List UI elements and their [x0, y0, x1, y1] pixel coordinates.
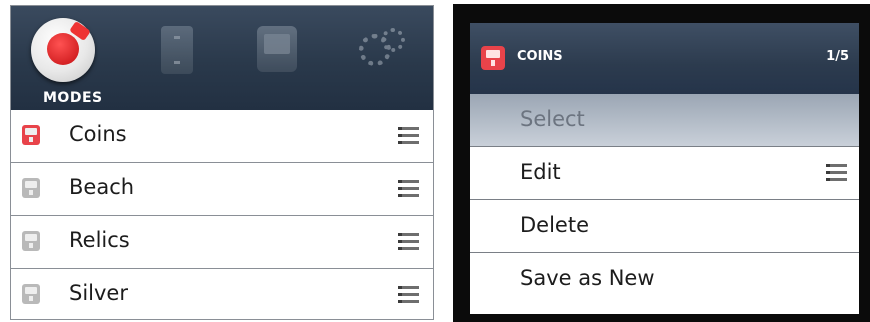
mode-card-icon	[22, 284, 40, 304]
mode-label: Beach	[69, 175, 135, 199]
options-list-icon[interactable]	[826, 164, 847, 181]
mode-label: Relics	[69, 228, 130, 252]
options-list-icon[interactable]	[398, 233, 419, 250]
mode-item-beach[interactable]: Beach	[11, 163, 433, 216]
scroll-icon[interactable]	[161, 26, 193, 74]
modes-label: MODES	[43, 90, 103, 106]
menu-item-select[interactable]: Select	[470, 94, 859, 147]
mode-card-icon	[22, 178, 40, 198]
menu-item-label: Select	[520, 107, 585, 131]
mode-card-icon	[22, 231, 40, 251]
mode-label: Coins	[69, 122, 127, 146]
mode-card-icon	[22, 125, 40, 145]
modes-button[interactable]	[31, 18, 95, 82]
mode-label: Silver	[69, 281, 128, 305]
menu-item-edit[interactable]: Edit	[470, 147, 859, 200]
options-list-icon[interactable]	[398, 127, 419, 144]
mode-card-icon	[481, 46, 505, 70]
options-list-icon[interactable]	[398, 180, 419, 197]
menu-item-label: Edit	[520, 160, 561, 184]
menu-item-label: Save as New	[520, 266, 655, 290]
modes-panel: MODES Coins Beach Relics Silver	[10, 5, 434, 320]
menu-item-delete[interactable]: Delete	[470, 200, 859, 253]
menu-item-save-as-new[interactable]: Save as New	[470, 253, 859, 306]
context-menu-screen: COINS 1/5 Select Edit Delete Save as New	[453, 4, 870, 322]
menu-title: COINS	[517, 49, 563, 64]
mode-item-coins[interactable]: Coins	[11, 110, 433, 163]
display-icon[interactable]	[257, 26, 297, 72]
page-indicator: 1/5	[826, 49, 849, 64]
menu-header: COINS 1/5	[470, 23, 859, 94]
options-list-icon[interactable]	[398, 286, 419, 303]
settings-gear-icon[interactable]	[353, 24, 409, 74]
toolbar: MODES	[11, 6, 433, 110]
menu-list: Select Edit Delete Save as New	[470, 94, 859, 306]
menu-item-label: Delete	[520, 213, 589, 237]
mode-list: Coins Beach Relics Silver	[11, 110, 433, 319]
coin-icon	[47, 33, 79, 65]
mode-item-relics[interactable]: Relics	[11, 216, 433, 269]
mode-item-silver[interactable]: Silver	[11, 269, 433, 319]
context-menu: COINS 1/5 Select Edit Delete Save as New	[470, 23, 859, 314]
